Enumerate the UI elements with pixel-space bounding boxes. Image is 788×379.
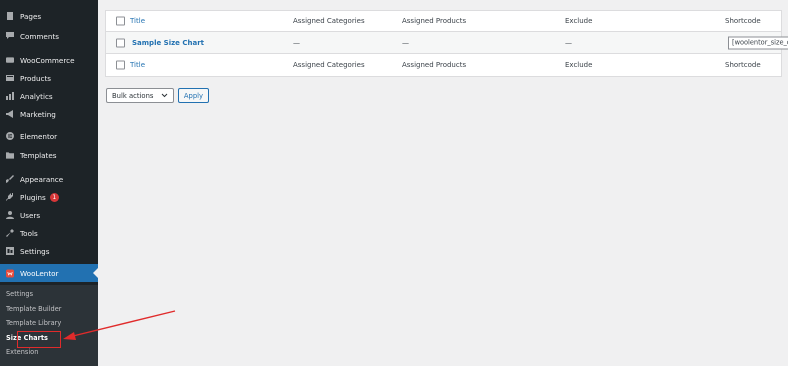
page-bottom-strip xyxy=(0,366,788,379)
annotation-arrow xyxy=(63,310,176,340)
